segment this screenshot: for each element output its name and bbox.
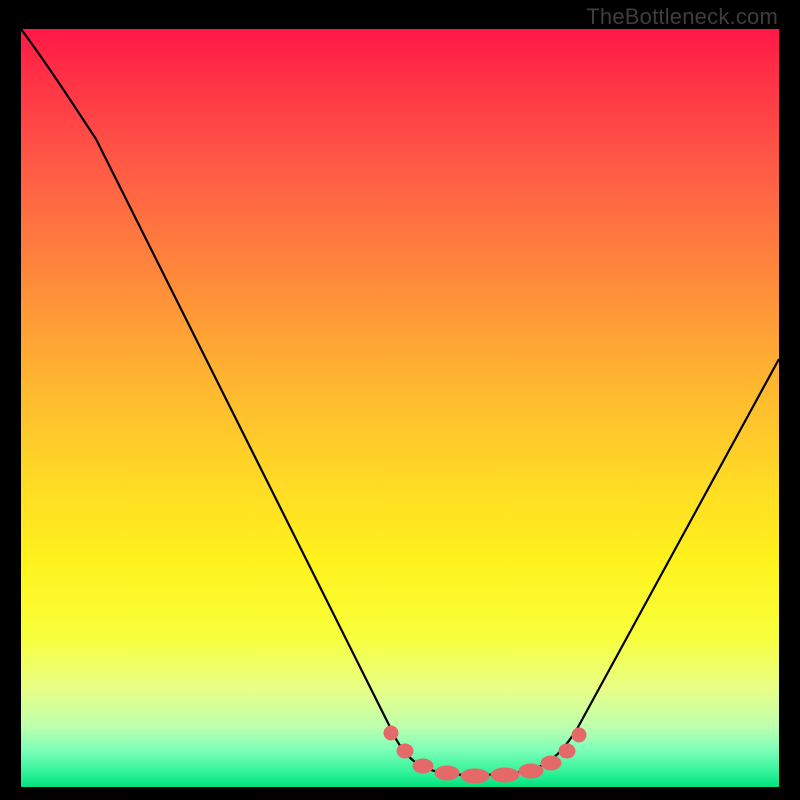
chart-frame: TheBottleneck.com [0, 0, 800, 800]
bottleneck-curve [21, 29, 779, 775]
watermark-text: TheBottleneck.com [586, 4, 778, 30]
curve-layer [21, 29, 779, 787]
plot-area [21, 29, 779, 787]
